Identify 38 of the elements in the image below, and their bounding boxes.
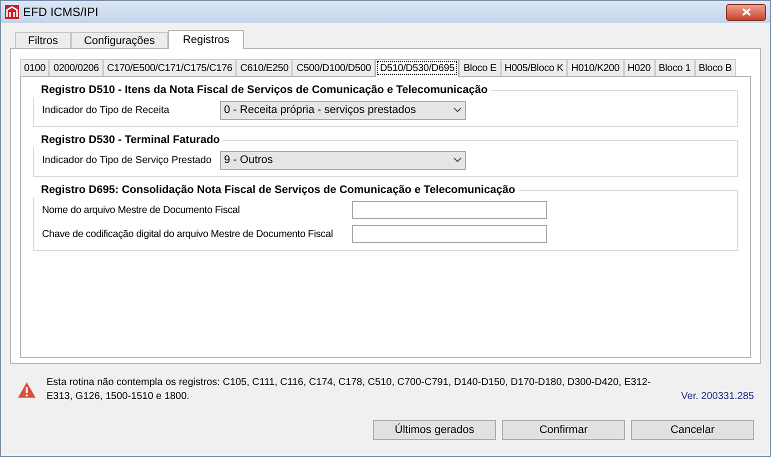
close-button[interactable] bbox=[726, 4, 766, 20]
tab[interactable]: H005/Bloco K bbox=[500, 59, 568, 76]
tab[interactable]: C170/E500/C171/C175/C176 bbox=[102, 59, 236, 76]
window-title: EFD ICMS/IPI bbox=[23, 4, 98, 21]
warning-icon bbox=[17, 381, 37, 399]
tab[interactable]: Bloco E bbox=[459, 59, 501, 76]
tab[interactable]: H010/K200 bbox=[567, 59, 624, 76]
app-logo-icon bbox=[5, 5, 19, 19]
field-label: Indicador do Tipo de Serviço Prestado bbox=[42, 154, 213, 168]
dialog-button[interactable]: Confirmar bbox=[502, 420, 625, 440]
chevron-down-icon bbox=[453, 107, 462, 113]
tab[interactable]: H020 bbox=[624, 59, 655, 76]
field-label: Indicador do Tipo de Receita bbox=[42, 104, 170, 118]
field-label: Chave de codificação digital do arquivo Mestre de Documento Fiscal bbox=[42, 228, 334, 242]
tab[interactable]: Configurações bbox=[70, 32, 168, 48]
dropdown[interactable]: 9 - Outros bbox=[220, 150, 466, 170]
warning-message: Esta rotina não contempla os registros: C105, C111, C116, C174, C178, C510, C700-C791, D140-D150, D170-D180, D300-D420, E312-E313, G126, 1500-1510 e 1800. bbox=[46, 376, 652, 404]
group-title: Registro D695: Consolidação Nota Fiscal de Serviços de Comunicação e Telecomunicação bbox=[33, 183, 518, 197]
field-label: Nome do arquivo Mestre de Documento Fiscal bbox=[42, 204, 241, 218]
tab[interactable]: 0200/0206 bbox=[49, 59, 103, 76]
input-field[interactable] bbox=[352, 225, 547, 243]
tab[interactable]: C610/E250 bbox=[236, 59, 292, 76]
chevron-down-icon bbox=[453, 157, 462, 163]
group-title: Registro D530 - Terminal Faturado bbox=[33, 133, 223, 147]
close-icon bbox=[742, 8, 750, 16]
dropdown[interactable]: 0 - Receita própria - serviços prestados bbox=[220, 100, 466, 120]
dialog-button[interactable]: Cancelar bbox=[631, 420, 754, 440]
tab[interactable]: Bloco 1 bbox=[654, 59, 695, 76]
dialog-button[interactable]: Últimos gerados bbox=[373, 420, 496, 440]
input-field[interactable] bbox=[352, 201, 547, 219]
tab[interactable]: 0100 bbox=[20, 59, 50, 76]
version-label: Ver. 200331.285 bbox=[681, 390, 754, 404]
tab[interactable]: D510/D530/D695 bbox=[374, 59, 460, 77]
tab[interactable]: C500/D100/D500 bbox=[292, 59, 375, 76]
tab[interactable]: Bloco B bbox=[694, 59, 736, 76]
group-title: Registro D510 - Itens da Nota Fiscal de Serviços de Comunicação e Telecomunicação bbox=[33, 83, 491, 97]
tab[interactable]: Filtros bbox=[15, 32, 71, 48]
tab[interactable]: Registros bbox=[168, 30, 244, 49]
